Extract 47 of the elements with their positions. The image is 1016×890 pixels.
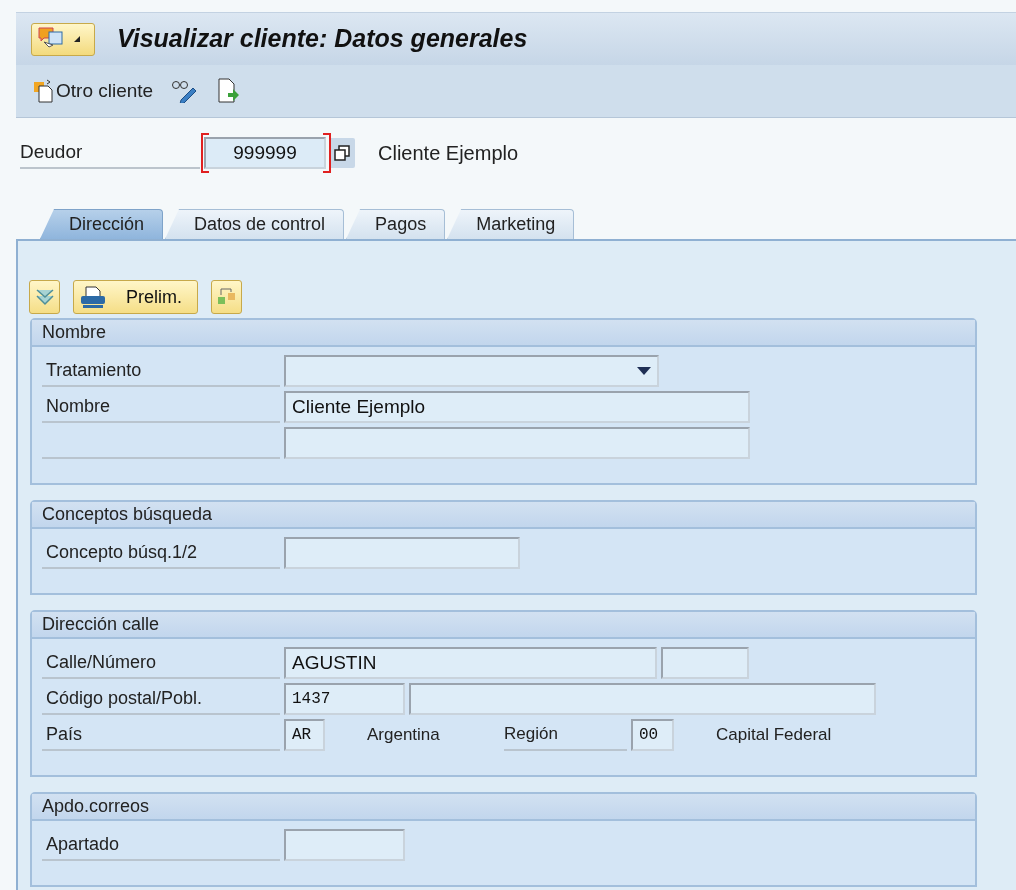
input-field[interactable] bbox=[284, 427, 750, 459]
input-field[interactable]: 00 bbox=[631, 719, 674, 751]
group-header: Nombre bbox=[32, 320, 975, 347]
input-field[interactable] bbox=[661, 647, 749, 679]
field-label: Tratamiento bbox=[42, 355, 280, 387]
customer-number-field[interactable]: 999999 bbox=[204, 137, 326, 169]
tab[interactable]: Datos de control bbox=[165, 209, 345, 239]
input-field[interactable] bbox=[284, 829, 405, 861]
field-label: Región bbox=[504, 719, 627, 751]
field-label: Código postal/Pobl. bbox=[42, 683, 280, 715]
field-label: Calle/Número bbox=[42, 647, 280, 679]
tab[interactable]: Dirección bbox=[40, 209, 164, 239]
field-label: Deudor bbox=[20, 137, 200, 169]
expand-button[interactable] bbox=[29, 280, 60, 314]
tab[interactable]: Pagos bbox=[346, 209, 446, 239]
input-field[interactable]: AR bbox=[284, 719, 325, 751]
printer-icon bbox=[80, 285, 106, 309]
document-arrow-icon bbox=[217, 78, 242, 104]
field-label: Nombre bbox=[42, 391, 280, 423]
menu-button[interactable] bbox=[31, 22, 95, 56]
field-label: Concepto búsq.1/2 bbox=[42, 537, 280, 569]
input-field[interactable] bbox=[409, 683, 876, 715]
group-header: Conceptos búsqueda bbox=[32, 502, 975, 529]
new-document-icon bbox=[33, 79, 55, 103]
tab[interactable]: Marketing bbox=[447, 209, 575, 239]
input-field[interactable]: AGUSTIN bbox=[284, 647, 657, 679]
customer-name: Cliente Ejemplo bbox=[378, 141, 519, 166]
dropdown-arrow-icon bbox=[637, 367, 651, 375]
input-field[interactable]: Cliente Ejemplo bbox=[284, 391, 750, 423]
input-field[interactable] bbox=[284, 537, 520, 569]
dropdown-field[interactable] bbox=[284, 355, 659, 387]
switch-button[interactable] bbox=[211, 280, 242, 314]
copy-button[interactable] bbox=[329, 138, 355, 168]
caret-icon bbox=[74, 36, 80, 42]
field-label: País bbox=[42, 719, 280, 751]
copy-icon bbox=[334, 145, 350, 161]
field-label: Apartado bbox=[42, 829, 280, 861]
window-title: Visualizar cliente: Datos generales bbox=[117, 23, 528, 55]
group-header: Dirección calle bbox=[32, 612, 975, 639]
toolbar-button[interactable] bbox=[217, 78, 242, 104]
input-field[interactable]: 1437 bbox=[284, 683, 405, 715]
double-chevron-down-icon bbox=[34, 287, 55, 307]
group-header: Apdo.correos bbox=[32, 794, 975, 821]
other-customer-button[interactable]: Otro cliente bbox=[33, 76, 154, 106]
print-preview-button[interactable]: Prelim. bbox=[73, 280, 198, 314]
field-description: Capital Federal bbox=[716, 725, 832, 745]
field-description: Argentina bbox=[367, 725, 440, 745]
